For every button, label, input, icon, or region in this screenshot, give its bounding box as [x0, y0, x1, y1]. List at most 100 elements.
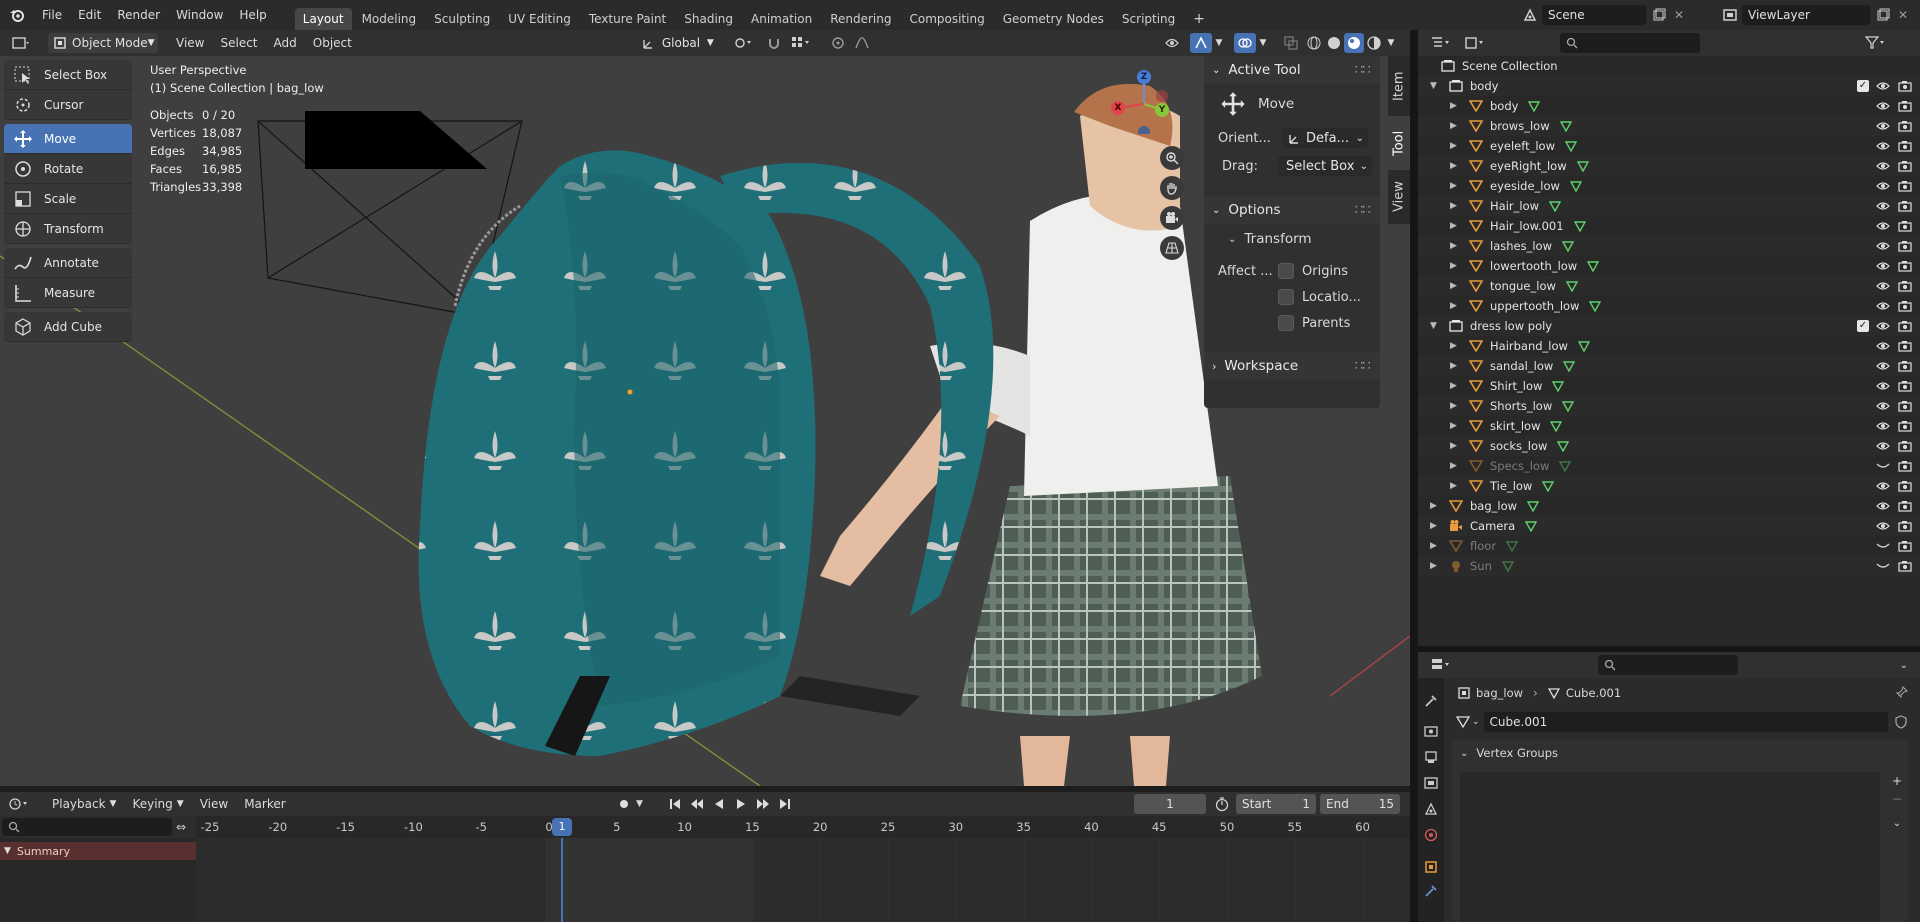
- chevron-right-icon[interactable]: ▶: [1450, 161, 1462, 171]
- chevron-right-icon[interactable]: ▶: [1450, 381, 1462, 391]
- render-properties-icon[interactable]: [1418, 718, 1444, 744]
- fake-user-shield-icon[interactable]: [1894, 715, 1908, 729]
- menu-object[interactable]: Object: [305, 36, 360, 50]
- chevron-right-icon[interactable]: ▶: [1450, 421, 1462, 431]
- output-properties-icon[interactable]: [1418, 744, 1444, 770]
- chevron-right-icon[interactable]: ▶: [1430, 521, 1442, 531]
- chevron-right-icon[interactable]: ▶: [1450, 401, 1462, 411]
- outliner-row[interactable]: ▼ body ✓: [1418, 76, 1920, 96]
- tab-modeling[interactable]: Modeling: [354, 8, 425, 30]
- material-shading-icon[interactable]: [1344, 33, 1364, 53]
- tab-geometry-nodes[interactable]: Geometry Nodes: [995, 8, 1112, 30]
- mesh-data-icon[interactable]: [1577, 340, 1590, 352]
- perspective-toggle-icon[interactable]: [1160, 236, 1184, 260]
- snap-target-icon[interactable]: [786, 33, 816, 53]
- next-keyframe-icon[interactable]: [752, 794, 774, 814]
- collection-checkbox[interactable]: ✓: [1857, 80, 1869, 92]
- add-workspace-button[interactable]: +: [1185, 8, 1213, 30]
- chevron-right-icon[interactable]: ▶: [1430, 501, 1442, 511]
- chevron-right-icon[interactable]: ▶: [1450, 101, 1462, 111]
- outliner-row[interactable]: ▶ uppertooth_low: [1418, 296, 1920, 316]
- pivot-icon[interactable]: [728, 33, 758, 53]
- outliner-row[interactable]: ▶ bag_low: [1418, 496, 1920, 516]
- eye-closed-icon[interactable]: [1876, 460, 1890, 472]
- drag-handle-icon[interactable]: ∷∷: [1355, 358, 1371, 374]
- menu-select[interactable]: Select: [212, 36, 265, 50]
- mesh-data-icon[interactable]: [1573, 220, 1586, 232]
- outliner-row[interactable]: ▶ eyeleft_low: [1418, 136, 1920, 156]
- mode-dropdown[interactable]: Object Mode ▼: [48, 33, 158, 53]
- snap-icon[interactable]: [762, 33, 786, 53]
- properties-search-input[interactable]: [1598, 655, 1738, 675]
- tab-compositing[interactable]: Compositing: [901, 8, 992, 30]
- rendered-shading-icon[interactable]: [1364, 33, 1384, 53]
- render-camera-icon[interactable]: [1898, 540, 1912, 552]
- current-frame-field[interactable]: 1: [1134, 794, 1206, 814]
- scene-properties-icon[interactable]: [1418, 796, 1444, 822]
- eye-icon[interactable]: [1876, 120, 1890, 132]
- outliner-row[interactable]: ▶ Shorts_low: [1418, 396, 1920, 416]
- scene-name-field[interactable]: Scene: [1542, 5, 1646, 25]
- delete-scene-icon[interactable]: ✕: [1670, 5, 1688, 25]
- chevron-right-icon[interactable]: ▶: [1450, 461, 1462, 471]
- chevron-down-icon[interactable]: ⌄: [1900, 660, 1908, 671]
- eye-icon[interactable]: [1876, 380, 1890, 392]
- 3d-viewport[interactable]: Select Box Cursor Move Rotate Scale Tran…: [0, 56, 1410, 786]
- render-camera-icon[interactable]: [1898, 280, 1912, 292]
- chevron-down-icon[interactable]: ▼: [1212, 38, 1226, 48]
- vertex-groups-header[interactable]: ⌄ Vertex Groups: [1452, 740, 1908, 766]
- render-camera-icon[interactable]: [1898, 80, 1912, 92]
- outliner-search-input[interactable]: [1560, 33, 1700, 53]
- tool-select-box[interactable]: Select Box: [4, 60, 132, 90]
- render-camera-icon[interactable]: [1898, 140, 1912, 152]
- outliner-row[interactable]: ▶ Camera: [1418, 516, 1920, 536]
- mesh-data-icon[interactable]: [1528, 100, 1541, 112]
- proportional-edit-icon[interactable]: [826, 33, 850, 53]
- outliner-row[interactable]: ▶ lowertooth_low: [1418, 256, 1920, 276]
- eye-icon[interactable]: [1876, 240, 1890, 252]
- render-camera-icon[interactable]: [1898, 440, 1912, 452]
- render-camera-icon[interactable]: [1898, 420, 1912, 432]
- play-icon[interactable]: [730, 794, 752, 814]
- object-properties-icon[interactable]: [1418, 854, 1444, 880]
- outliner-row[interactable]: ▶ tongue_low: [1418, 276, 1920, 296]
- render-camera-icon[interactable]: [1898, 360, 1912, 372]
- mesh-data-icon[interactable]: [1587, 260, 1600, 272]
- add-vertex-group-button[interactable]: +: [1888, 774, 1906, 792]
- workspace-header[interactable]: › Workspace ∷∷: [1204, 352, 1380, 380]
- eye-icon[interactable]: [1876, 360, 1890, 372]
- chevron-right-icon[interactable]: ▶: [1450, 361, 1462, 371]
- tool-annotate[interactable]: Annotate: [4, 248, 132, 278]
- eye-icon[interactable]: [1876, 140, 1890, 152]
- outliner-root-row[interactable]: Scene Collection: [1418, 56, 1920, 76]
- mesh-data-icon[interactable]: [1563, 360, 1576, 372]
- chevron-down-icon[interactable]: ▼: [1430, 321, 1442, 331]
- mesh-data-icon[interactable]: [1576, 160, 1589, 172]
- tab-sculpting[interactable]: Sculpting: [426, 8, 498, 30]
- render-camera-icon[interactable]: [1898, 200, 1912, 212]
- chevron-right-icon[interactable]: ▶: [1450, 281, 1462, 291]
- eye-icon[interactable]: [1876, 480, 1890, 492]
- locations-checkbox[interactable]: [1278, 289, 1294, 305]
- render-camera-icon[interactable]: [1898, 100, 1912, 112]
- orientation-dropdown[interactable]: Defa... ⌄: [1282, 128, 1368, 148]
- mesh-data-icon[interactable]: [1559, 120, 1572, 132]
- render-camera-icon[interactable]: [1898, 380, 1912, 392]
- tab-tool[interactable]: Tool: [1388, 116, 1410, 170]
- menu-render[interactable]: Render: [109, 0, 168, 30]
- render-camera-icon[interactable]: [1898, 160, 1912, 172]
- xray-toggle-icon[interactable]: [1280, 33, 1302, 53]
- tab-item[interactable]: Item: [1388, 56, 1410, 116]
- gizmo-x-axis[interactable]: X: [1111, 101, 1125, 115]
- menu-marker[interactable]: Marker: [236, 797, 293, 811]
- overlays-toggle-icon[interactable]: [1234, 33, 1256, 53]
- stopwatch-icon[interactable]: [1214, 796, 1232, 814]
- menu-timeline-view[interactable]: View: [192, 797, 236, 811]
- frame-ruler[interactable]: -25 -20 -15 -10 -5 0 5 10 15 20 25 30 35 40 45 50 55 60: [0, 816, 1410, 838]
- render-camera-icon[interactable]: [1898, 240, 1912, 252]
- eye-icon[interactable]: [1876, 340, 1890, 352]
- options-header[interactable]: ⌄ Options ∷∷: [1204, 196, 1380, 224]
- tool-scale[interactable]: Scale: [4, 184, 132, 214]
- mesh-data-icon[interactable]: [1559, 460, 1572, 472]
- outliner-row[interactable]: ▶ sandal_low: [1418, 356, 1920, 376]
